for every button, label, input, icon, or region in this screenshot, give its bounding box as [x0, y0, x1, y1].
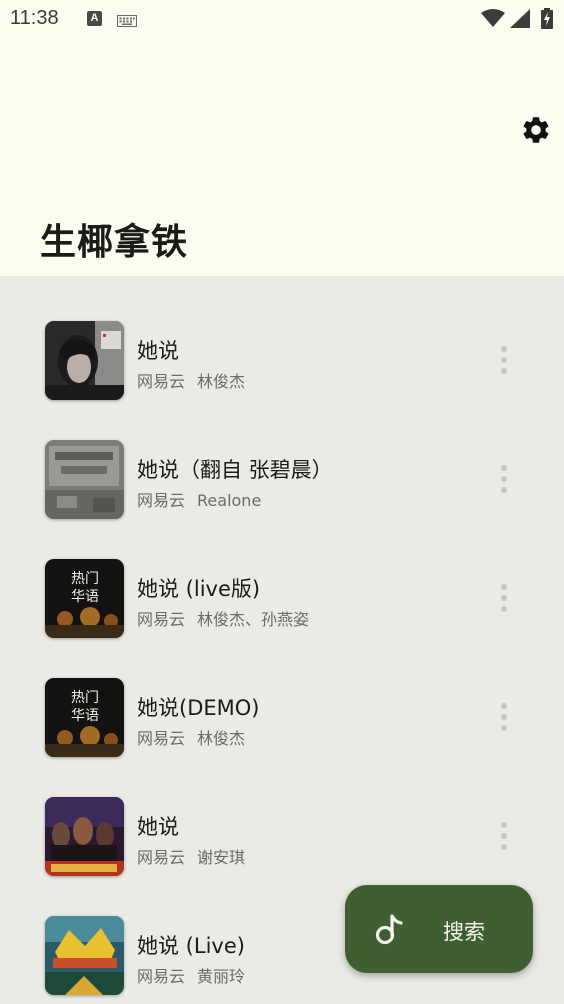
cover-text-mandarin: 华语 [71, 708, 99, 724]
album-cover: 热门 华语 [45, 559, 124, 638]
song-artist: 林俊杰 [197, 729, 246, 748]
song-source: 网易云 [137, 491, 186, 510]
song-artist: 黄丽玲 [197, 967, 246, 986]
song-title: 她说 [137, 339, 179, 363]
song-meta: 网易云 林俊杰 [137, 368, 245, 392]
album-cover [45, 321, 124, 400]
more-options-button[interactable] [494, 342, 514, 378]
more-vert-icon [501, 822, 507, 828]
more-options-button[interactable] [494, 461, 514, 497]
cover-text-hot: 热门 [71, 571, 99, 587]
album-cover [45, 916, 124, 995]
more-vert-icon [501, 465, 507, 471]
more-vert-icon [501, 703, 507, 709]
song-title: 她说(DEMO) [137, 696, 260, 720]
cover-text-hot: 热门 [71, 690, 99, 706]
status-bar: 11:38 A [0, 0, 564, 38]
cell-signal-icon [510, 9, 530, 32]
cover-text-mandarin: 华语 [71, 589, 99, 605]
song-title: 她说（翻自 张碧晨） [137, 458, 333, 482]
song-item[interactable]: 她说（翻自 张碧晨） 网易云 Realone [0, 395, 564, 519]
page-title: 生椰拿铁 [40, 222, 189, 263]
header-area: 11:38 A 生椰拿铁 [0, 0, 564, 276]
settings-button[interactable] [516, 112, 556, 152]
keyboard-icon [117, 12, 137, 31]
search-fab-button[interactable]: 搜索 [345, 885, 533, 973]
song-source: 网易云 [137, 848, 186, 867]
album-cover [45, 797, 124, 876]
more-vert-icon [501, 584, 507, 590]
song-title: 她说 (live版) [137, 577, 261, 601]
album-cover [45, 440, 124, 519]
search-fab-label: 搜索 [443, 920, 485, 944]
song-source: 网易云 [137, 967, 186, 986]
song-artist: 林俊杰、孙燕姿 [197, 610, 310, 629]
song-item[interactable]: 她说 网易云 林俊杰 [0, 276, 564, 400]
wifi-icon [481, 9, 505, 32]
song-artist: 林俊杰 [197, 372, 246, 391]
song-meta: 网易云 林俊杰 [137, 725, 245, 749]
song-title: 她说 (Live) [137, 934, 245, 958]
a-badge-icon: A [87, 11, 102, 26]
album-cover: 热门 华语 [45, 678, 124, 757]
song-meta: 网易云 林俊杰、孙燕姿 [137, 606, 309, 630]
song-source: 网易云 [137, 610, 186, 629]
battery-charging-icon [541, 8, 553, 33]
status-time: 11:38 [10, 7, 59, 29]
song-item[interactable]: 她说 网易云 谢安琪 [0, 752, 564, 876]
song-title: 她说 [137, 815, 179, 839]
song-meta: 网易云 黄丽玲 [137, 963, 245, 987]
song-item[interactable]: 热门 华语 她说(DEMO) 网易云 林俊杰 [0, 633, 564, 757]
song-meta: 网易云 谢安琪 [137, 844, 245, 868]
more-vert-icon [501, 346, 507, 352]
song-artist: 谢安琪 [197, 848, 246, 867]
music-note-icon [375, 913, 405, 949]
more-options-button[interactable] [494, 699, 514, 735]
more-options-button[interactable] [494, 580, 514, 616]
song-source: 网易云 [137, 372, 186, 391]
song-artist: Realone [197, 491, 262, 510]
song-item[interactable]: 热门 华语 她说 (live版) 网易云 林俊杰、孙燕姿 [0, 514, 564, 638]
gear-icon [520, 114, 552, 150]
song-meta: 网易云 Realone [137, 487, 261, 511]
song-source: 网易云 [137, 729, 186, 748]
more-options-button[interactable] [494, 818, 514, 854]
